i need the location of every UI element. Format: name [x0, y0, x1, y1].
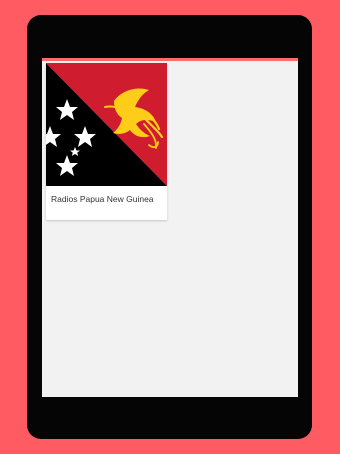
app-screen: Radios Papua New Guinea [42, 58, 298, 397]
papua-new-guinea-flag-icon [46, 63, 167, 186]
station-title: Radios Papua New Guinea [51, 194, 154, 204]
top-accent-bar [42, 58, 298, 61]
station-card[interactable]: Radios Papua New Guinea [46, 63, 167, 220]
